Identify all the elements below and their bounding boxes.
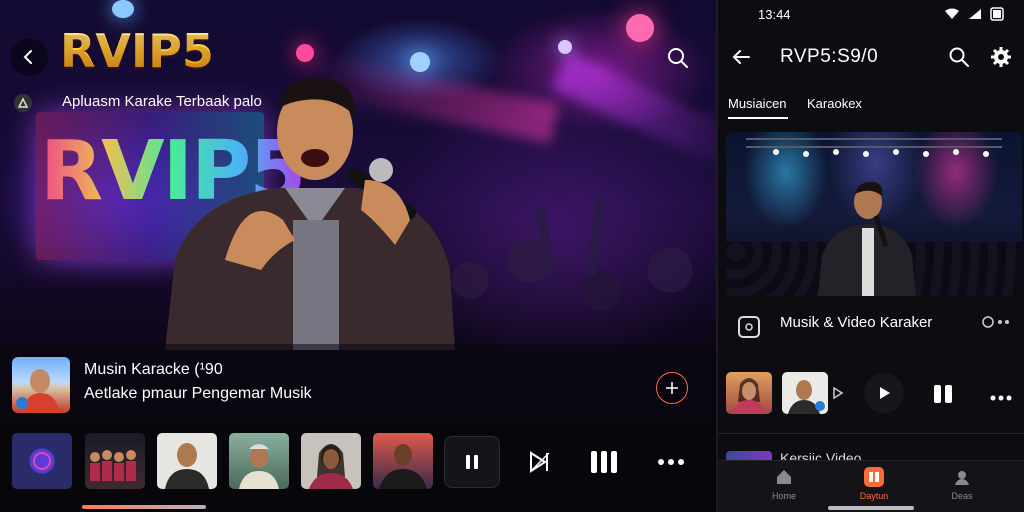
divider bbox=[718, 433, 1024, 434]
singer-photo bbox=[818, 181, 916, 296]
crowd-silhouettes bbox=[440, 190, 716, 340]
tab-bar: Musiaicen Karaokex bbox=[728, 96, 1018, 120]
profile-icon bbox=[955, 471, 969, 485]
library-icon bbox=[869, 472, 879, 482]
nav-label: Daytun bbox=[859, 491, 889, 501]
more-icon bbox=[982, 316, 1009, 328]
video-thumbnail[interactable] bbox=[782, 372, 828, 414]
app-logo: RVIP5 bbox=[60, 24, 214, 78]
play-outline-icon bbox=[833, 386, 844, 400]
add-icon bbox=[666, 382, 678, 394]
app-subtitle: Apluasm Karake Terbaak palo bbox=[62, 93, 262, 110]
home-indicator bbox=[828, 506, 914, 510]
signal-icon bbox=[969, 9, 981, 19]
back-button[interactable] bbox=[10, 38, 48, 76]
back-button[interactable] bbox=[730, 46, 752, 73]
playback-progress[interactable] bbox=[82, 505, 206, 509]
phone-panel: 13:44 RVP5:S9/0 Musiaicen Karaokex Musik… bbox=[716, 0, 1024, 512]
bars-button[interactable] bbox=[584, 436, 624, 488]
gear-icon bbox=[991, 47, 1011, 67]
queue-thumbnail[interactable] bbox=[157, 433, 217, 489]
nav-label: Deas bbox=[951, 491, 973, 501]
featured-banner[interactable] bbox=[726, 132, 1022, 296]
queue-thumbnail[interactable] bbox=[85, 433, 145, 489]
queue-thumbnail[interactable] bbox=[373, 433, 433, 489]
more-button[interactable] bbox=[650, 436, 692, 488]
now-playing-title: Musin Karacke (¹90 bbox=[84, 361, 223, 378]
now-playing-bar[interactable] bbox=[0, 344, 716, 424]
status-icons bbox=[944, 7, 1004, 21]
search-button[interactable] bbox=[666, 46, 690, 75]
search-icon bbox=[949, 47, 969, 67]
section-title: Musik & Video Karaker bbox=[780, 314, 933, 331]
more-icon bbox=[658, 459, 684, 465]
page-title: RVP5:S9/0 bbox=[780, 46, 879, 67]
queue-thumbnail[interactable] bbox=[301, 433, 361, 489]
home-icon bbox=[777, 470, 791, 484]
tab-karaokex[interactable]: Karaokex bbox=[807, 96, 862, 111]
section-icon bbox=[738, 316, 760, 338]
skip-icon bbox=[530, 451, 550, 473]
now-playing-thumbnail[interactable] bbox=[12, 357, 70, 413]
search-icon bbox=[668, 48, 688, 68]
section-more-button[interactable] bbox=[982, 316, 1010, 331]
top-bar: RVIP5 Apluasm Karake Terbaak palo bbox=[0, 0, 716, 120]
video-thumbnail[interactable] bbox=[726, 372, 772, 414]
pause-icon bbox=[934, 385, 952, 403]
search-button[interactable] bbox=[948, 46, 970, 73]
battery-icon bbox=[990, 7, 1004, 21]
nav-item-home[interactable]: Home bbox=[754, 467, 814, 501]
nav-item-library[interactable]: Daytun bbox=[844, 467, 904, 501]
more-icon bbox=[990, 395, 1012, 401]
play-icon bbox=[880, 387, 890, 399]
play-button[interactable] bbox=[864, 373, 904, 413]
back-arrow-icon bbox=[23, 50, 32, 64]
main-player-panel: RVIP5 RVIP5 Apluasm Karake Terbaak palo bbox=[0, 0, 716, 512]
pause-icon bbox=[466, 455, 478, 469]
status-time: 13:44 bbox=[758, 7, 791, 22]
queue-thumbnail[interactable] bbox=[229, 433, 289, 489]
wifi-icon bbox=[945, 8, 959, 19]
settings-button[interactable] bbox=[990, 46, 1012, 73]
queue-thumbnail[interactable] bbox=[12, 433, 72, 489]
now-playing-subtitle: Aetlake pmaur Pengemar Musik bbox=[84, 385, 312, 402]
back-arrow-icon bbox=[732, 50, 750, 64]
bottom-nav: Home Daytun Deas bbox=[718, 460, 1024, 512]
play-small-button[interactable] bbox=[832, 386, 844, 405]
bars-icon bbox=[591, 451, 617, 473]
add-button[interactable] bbox=[656, 372, 688, 404]
more-options-button[interactable] bbox=[990, 389, 1012, 407]
nav-item-profile[interactable]: Deas bbox=[932, 467, 992, 501]
pause-button[interactable] bbox=[444, 436, 500, 488]
skip-button[interactable] bbox=[520, 436, 560, 488]
nav-label: Home bbox=[771, 491, 796, 501]
active-tab-indicator bbox=[728, 117, 788, 119]
pause-button[interactable] bbox=[932, 384, 954, 409]
tab-musiaicen[interactable]: Musiaicen bbox=[728, 96, 787, 111]
app-badge-icon bbox=[14, 94, 32, 112]
